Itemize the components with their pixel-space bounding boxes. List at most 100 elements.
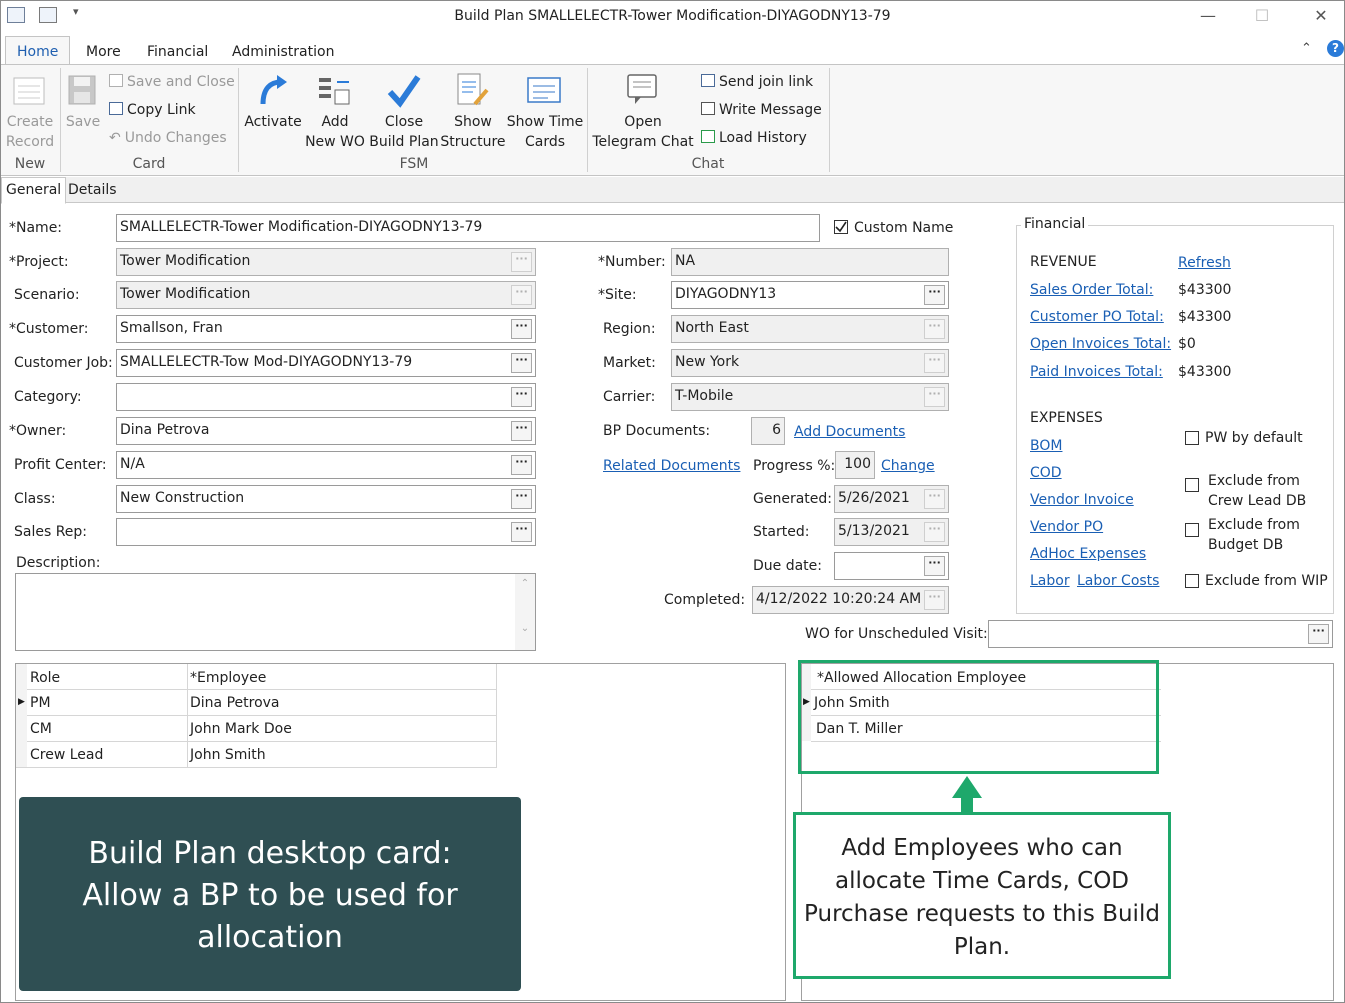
create-record-button[interactable]: Create Record [1,112,59,152]
tab-general[interactable]: General [1,177,67,204]
customer-field[interactable]: Smallson, Fran ··· [116,315,536,343]
tab-home[interactable]: Home [5,36,71,65]
market-field[interactable]: New York ··· [671,349,949,377]
close-icon[interactable]: ✕ [1306,6,1336,25]
undo-changes-button[interactable]: ↶ Undo Changes [109,130,227,146]
change-progress-link[interactable]: Change [881,458,935,474]
due-date-picker-button[interactable]: ··· [924,556,945,576]
activate-button[interactable]: Activate [243,112,303,132]
sales-order-total-link[interactable]: Sales Order Total: [1030,282,1153,298]
bp-documents-label: BP Documents: [603,423,711,439]
collapse-ribbon-icon[interactable]: ⌃ [1301,41,1312,56]
carrier-field[interactable]: T-Mobile ··· [671,383,949,411]
send-join-link-button[interactable]: Send join link [701,74,813,90]
started-field[interactable]: 5/13/2021 ··· [834,518,949,546]
carrier-lookup-button[interactable]: ··· [924,387,945,407]
show-structure-icon [457,73,489,106]
related-documents-link[interactable]: Related Documents [603,458,740,474]
title-bar: ▾ Build Plan SMALLELECTR-Tower Modificat… [1,1,1344,34]
cod-link[interactable]: COD [1030,465,1062,481]
load-history-button[interactable]: Load History [701,130,807,146]
scenario-lookup-button[interactable]: ··· [511,285,532,305]
add-new-wo-button[interactable]: Add New WO [303,112,367,152]
project-value: Tower Modification [120,253,251,269]
completed-picker-button[interactable]: ··· [924,590,945,610]
name-field[interactable]: SMALLELECTR-Tower Modification-DIYAGODNY… [116,214,820,242]
employee-cell[interactable]: Dina Petrova [187,691,283,715]
due-date-field[interactable]: ··· [834,552,949,580]
class-field[interactable]: New Construction ··· [116,485,536,513]
open-invoices-total-link[interactable]: Open Invoices Total: [1030,336,1171,352]
role-cell[interactable]: Crew Lead [27,743,106,767]
pw-by-default-checkbox[interactable] [1185,431,1199,445]
customer-job-field[interactable]: SMALLELECTR-Tow Mod-DIYAGODNY13-79 ··· [116,349,536,377]
role-cell[interactable]: PM [27,691,54,715]
site-lookup-button[interactable]: ··· [924,285,945,305]
region-lookup-button[interactable]: ··· [924,319,945,339]
add-documents-link[interactable]: Add Documents [794,424,905,440]
show-structure-button[interactable]: Show Structure [439,112,507,152]
employee-cell[interactable]: John Smith [187,743,269,767]
scenario-field[interactable]: Tower Modification ··· [116,281,536,309]
progress-field[interactable]: 100 [835,451,875,479]
exclude-wip-checkbox[interactable] [1185,574,1199,588]
minimize-icon[interactable]: — [1193,6,1223,25]
refresh-link[interactable]: Refresh [1178,255,1231,271]
employee-cell[interactable]: John Mark Doe [187,717,295,741]
generated-picker-button[interactable]: ··· [924,489,945,509]
sales-rep-field[interactable]: ··· [116,518,536,546]
bom-link[interactable]: BOM [1030,438,1062,454]
project-field[interactable]: Tower Modification ··· [116,248,536,276]
wo-unscheduled-field[interactable]: ··· [988,620,1333,648]
profit-center-field[interactable]: N/A ··· [116,451,536,479]
owner-lookup-button[interactable]: ··· [511,421,532,441]
market-lookup-button[interactable]: ··· [924,353,945,373]
scroll-down-icon[interactable]: ⌄ [515,623,535,634]
copy-link-button[interactable]: Copy Link [109,102,196,118]
customer-job-lookup-button[interactable]: ··· [511,353,532,373]
paid-invoices-total-link[interactable]: Paid Invoices Total: [1030,364,1163,380]
tab-administration[interactable]: Administration [232,44,334,60]
class-lookup-button[interactable]: ··· [511,489,532,509]
scroll-up-icon[interactable]: ⌃ [515,578,535,589]
region-field[interactable]: North East ··· [671,315,949,343]
custom-name-checkbox[interactable] [834,220,848,234]
save-and-close-button[interactable]: Save and Close [109,74,235,90]
save-button[interactable]: Save [63,112,103,132]
role-cell[interactable]: CM [27,717,55,741]
project-lookup-button[interactable]: ··· [511,252,532,272]
number-label: *Number: [598,254,666,270]
exclude-crew-lead-checkbox[interactable] [1185,478,1199,492]
description-scrollbar[interactable]: ⌃ ⌄ [515,574,535,650]
carrier-value: T-Mobile [675,388,734,404]
close-build-plan-button[interactable]: Close Build Plan [369,112,439,152]
sales-rep-lookup-button[interactable]: ··· [511,522,532,542]
completed-field[interactable]: 4/12/2022 10:20:24 AM ··· [752,586,949,614]
adhoc-expenses-link[interactable]: AdHoc Expenses [1030,546,1146,562]
category-lookup-button[interactable]: ··· [511,387,532,407]
help-icon[interactable]: ? [1327,40,1344,57]
customer-po-total-link[interactable]: Customer PO Total: [1030,309,1164,325]
write-message-button[interactable]: Write Message [701,102,822,118]
maximize-icon[interactable]: ☐ [1247,6,1277,25]
wo-unscheduled-lookup-button[interactable]: ··· [1308,624,1329,644]
tab-financial[interactable]: Financial [147,44,208,60]
generated-field[interactable]: 5/26/2021 ··· [834,485,949,513]
vendor-invoice-link[interactable]: Vendor Invoice [1030,492,1134,508]
started-picker-button[interactable]: ··· [924,522,945,542]
labor-costs-link[interactable]: Labor Costs [1077,573,1159,589]
category-field[interactable]: ··· [116,383,536,411]
show-time-cards-button[interactable]: Show Time Cards [506,112,584,152]
owner-field[interactable]: Dina Petrova ··· [116,417,536,445]
site-field[interactable]: DIYAGODNY13 ··· [671,281,949,309]
exclude-budget-checkbox[interactable] [1185,523,1199,537]
tab-more[interactable]: More [86,44,121,60]
description-field[interactable] [15,573,536,651]
labor-link[interactable]: Labor [1030,573,1070,589]
vendor-po-link[interactable]: Vendor PO [1030,519,1103,535]
tab-details[interactable]: Details [64,180,121,200]
open-telegram-chat-button[interactable]: Open Telegram Chat [591,112,695,152]
customer-lookup-button[interactable]: ··· [511,319,532,339]
profit-center-lookup-button[interactable]: ··· [511,455,532,475]
number-field[interactable]: NA [671,248,949,276]
